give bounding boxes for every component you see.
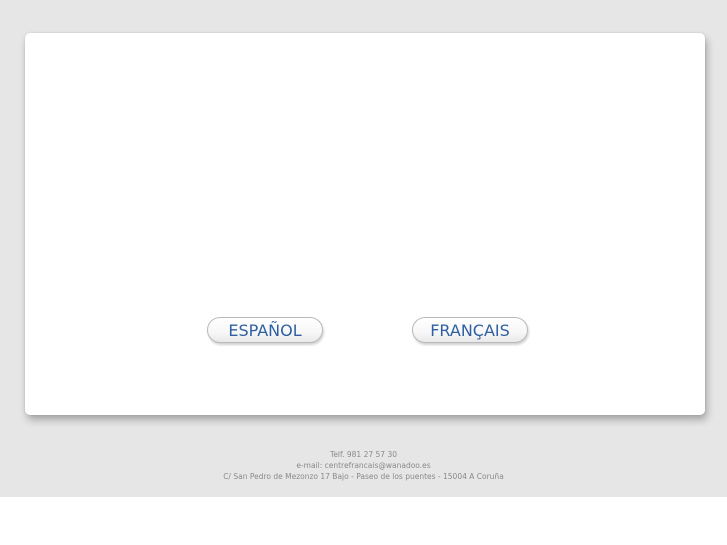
contact-footer: Telf. 981 27 57 30 e-mail: centrefrancai… [0, 449, 727, 482]
spanish-language-button[interactable]: ESPAÑOL [207, 317, 323, 343]
footer-email: e-mail: centrefrancais@wanadoo.es [296, 461, 431, 470]
footer-address: C/ San Pedro de Mezonzo 17 Bajo - Paseo … [223, 472, 504, 481]
french-language-button[interactable]: FRANÇAIS [412, 317, 528, 343]
footer-phone: Telf. 981 27 57 30 [330, 450, 397, 459]
main-panel: ESPAÑOL FRANÇAIS [25, 33, 705, 415]
page-background: ESPAÑOL FRANÇAIS Telf. 981 27 57 30 e-ma… [0, 0, 727, 497]
